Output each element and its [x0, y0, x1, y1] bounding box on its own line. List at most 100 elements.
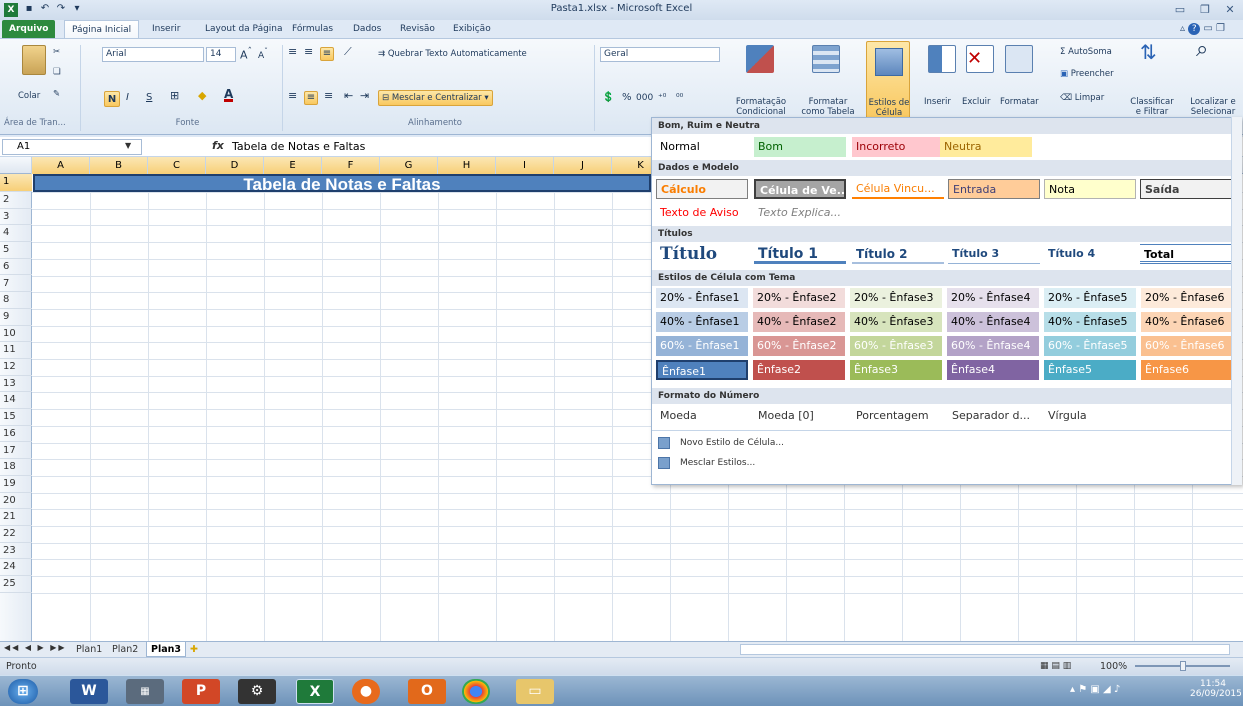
firefox-taskbar-icon[interactable]: ●: [352, 679, 380, 704]
name-box[interactable]: A1: [2, 139, 142, 155]
style-total[interactable]: Total: [1140, 244, 1232, 264]
horizontal-scrollbar[interactable]: [740, 644, 1230, 655]
delete-cells-button[interactable]: Excluir: [962, 97, 991, 107]
tray-icons[interactable]: ▴ ⚑ ▣ ◢ ♪: [1070, 684, 1120, 695]
help-icon[interactable]: ?: [1188, 23, 1201, 35]
style-accent60-2[interactable]: 60% - Ênfase2: [753, 336, 845, 356]
close-icon[interactable]: ✕: [1220, 2, 1240, 18]
paste-icon[interactable]: [22, 45, 46, 75]
insert-cells-icon[interactable]: [928, 45, 956, 73]
name-box-dropdown-icon[interactable]: ▼: [125, 141, 131, 150]
style-accent40-6[interactable]: 40% - Ênfase6: [1141, 312, 1233, 332]
underline-button[interactable]: S: [146, 93, 152, 103]
style-accent60-6[interactable]: 60% - Ênfase6: [1141, 336, 1233, 356]
insert-sheet-icon[interactable]: ✚: [186, 642, 202, 657]
sort-filter-button[interactable]: Classificar e Filtrar: [1126, 97, 1178, 117]
style-input[interactable]: Entrada: [948, 179, 1040, 199]
style-comma[interactable]: Vírgula: [1044, 406, 1136, 426]
style-accent60-4[interactable]: 60% - Ênfase4: [947, 336, 1039, 356]
style-title[interactable]: Título: [656, 242, 748, 266]
sheet-tab-plan3[interactable]: Plan3: [146, 642, 187, 657]
style-accent40-3[interactable]: 40% - Ênfase3: [850, 312, 942, 332]
style-accent-3[interactable]: Ênfase3: [850, 360, 942, 380]
conditional-formatting-icon[interactable]: [746, 45, 774, 73]
style-accent20-1[interactable]: 20% - Ênfase1: [656, 288, 748, 308]
view-buttons[interactable]: ▦ ▤ ▥: [1040, 661, 1071, 671]
number-format-combo[interactable]: Geral: [600, 47, 720, 62]
excel-taskbar-icon[interactable]: X: [296, 679, 334, 704]
style-bad[interactable]: Incorreto: [852, 137, 944, 157]
style-accent60-5[interactable]: 60% - Ênfase5: [1044, 336, 1136, 356]
calendar-taskbar-icon[interactable]: ▦: [126, 679, 164, 704]
media-taskbar-icon[interactable]: ⚙: [238, 679, 276, 704]
merge-center-button[interactable]: ⊟ Mesclar e Centralizar ▾: [378, 90, 493, 106]
autosum-button[interactable]: Σ AutoSoma: [1060, 47, 1112, 57]
formula-input[interactable]: Tabela de Notas e Faltas: [232, 140, 365, 153]
find-select-button[interactable]: Localizar e Selecionar: [1184, 97, 1242, 117]
increase-indent-icon[interactable]: ⇥: [360, 90, 369, 101]
italic-button[interactable]: I: [126, 93, 129, 103]
minimize-ribbon-icon[interactable]: ▵: [1180, 23, 1185, 34]
thousands-button[interactable]: 000: [636, 93, 653, 103]
tab-insert[interactable]: Inserir: [145, 20, 188, 38]
tab-review[interactable]: Revisão: [393, 20, 442, 38]
bold-button[interactable]: N: [104, 91, 120, 107]
accounting-icon[interactable]: 💲: [602, 93, 614, 103]
style-accent60-3[interactable]: 60% - Ênfase3: [850, 336, 942, 356]
style-note[interactable]: Nota: [1044, 179, 1136, 199]
grow-font-icon[interactable]: Aˆ: [240, 47, 252, 61]
paste-button[interactable]: Colar: [18, 91, 40, 101]
style-check-cell[interactable]: Célula de Ve...: [754, 179, 846, 199]
style-accent40-4[interactable]: 40% - Ênfase4: [947, 312, 1039, 332]
style-warning-text[interactable]: Texto de Aviso: [656, 203, 748, 223]
align-bottom-icon[interactable]: ≡: [320, 47, 334, 61]
style-accent20-4[interactable]: 20% - Ênfase4: [947, 288, 1039, 308]
chrome-taskbar-icon[interactable]: [462, 679, 490, 704]
style-accent-1[interactable]: Ênfase1: [656, 360, 748, 380]
tab-page-layout[interactable]: Layout da Página: [198, 20, 290, 38]
gallery-scrollbar[interactable]: [1231, 117, 1242, 485]
cell-styles-button[interactable]: Estilos de Célula: [866, 41, 910, 121]
fill-color-icon[interactable]: ◆: [198, 90, 206, 101]
menu-merge-styles[interactable]: Mesclar Estilos...: [658, 454, 755, 472]
insert-cells-button[interactable]: Inserir: [924, 97, 951, 107]
fill-button[interactable]: ▣ Preencher: [1060, 69, 1114, 79]
folder-taskbar-icon[interactable]: ▭: [516, 679, 554, 704]
style-normal[interactable]: Normal: [656, 137, 748, 157]
style-heading-1[interactable]: Título 1: [754, 244, 846, 264]
restore-icon[interactable]: ❐: [1195, 2, 1215, 18]
sheet-nav-arrows[interactable]: ◀◀ ◀ ▶ ▶▶: [4, 643, 67, 652]
format-as-table-button[interactable]: Formatar como Tabela: [800, 97, 856, 117]
align-left-icon[interactable]: ≡: [288, 90, 297, 101]
style-percent[interactable]: Porcentagem: [852, 406, 944, 426]
style-accent40-1[interactable]: 40% - Ênfase1: [656, 312, 748, 332]
style-accent20-6[interactable]: 20% - Ênfase6: [1141, 288, 1233, 308]
minimize-icon[interactable]: ▭: [1170, 2, 1190, 18]
style-heading-3[interactable]: Título 3: [948, 244, 1040, 264]
tab-formulas[interactable]: Fórmulas: [285, 20, 340, 38]
tab-file[interactable]: Arquivo: [2, 20, 56, 38]
wb-minimize-icon[interactable]: ▭: [1203, 23, 1212, 34]
cell-a1-merged[interactable]: Tabela de Notas e Faltas: [33, 174, 651, 194]
font-name-combo[interactable]: Arial: [102, 47, 204, 62]
start-button-icon[interactable]: ⊞: [8, 679, 38, 704]
style-accent20-2[interactable]: 20% - Ênfase2: [753, 288, 845, 308]
style-good[interactable]: Bom: [754, 137, 846, 157]
clear-button[interactable]: ⌫ Limpar: [1060, 93, 1104, 103]
font-color-icon[interactable]: A: [224, 88, 234, 102]
style-accent20-5[interactable]: 20% - Ênfase5: [1044, 288, 1136, 308]
tab-view[interactable]: Exibição: [446, 20, 498, 38]
align-center-icon[interactable]: ≡: [304, 91, 318, 105]
powerpoint-taskbar-icon[interactable]: P: [182, 679, 220, 704]
delete-cells-icon[interactable]: ✕: [966, 45, 994, 73]
font-size-combo[interactable]: 14: [206, 47, 236, 62]
style-comma-separator[interactable]: Separador d...: [948, 406, 1040, 426]
style-accent-5[interactable]: Ênfase5: [1044, 360, 1136, 380]
style-explanatory-text[interactable]: Texto Explica...: [754, 203, 846, 223]
format-cells-button[interactable]: Formatar: [1000, 97, 1039, 107]
style-currency[interactable]: Moeda: [656, 406, 748, 426]
format-painter-icon[interactable]: ✎: [53, 89, 60, 99]
wrap-text-button[interactable]: ⇉ Quebrar Texto Automaticamente: [378, 49, 527, 59]
wb-restore-icon[interactable]: ❐: [1216, 23, 1225, 34]
style-accent60-1[interactable]: 60% - Ênfase1: [656, 336, 748, 356]
